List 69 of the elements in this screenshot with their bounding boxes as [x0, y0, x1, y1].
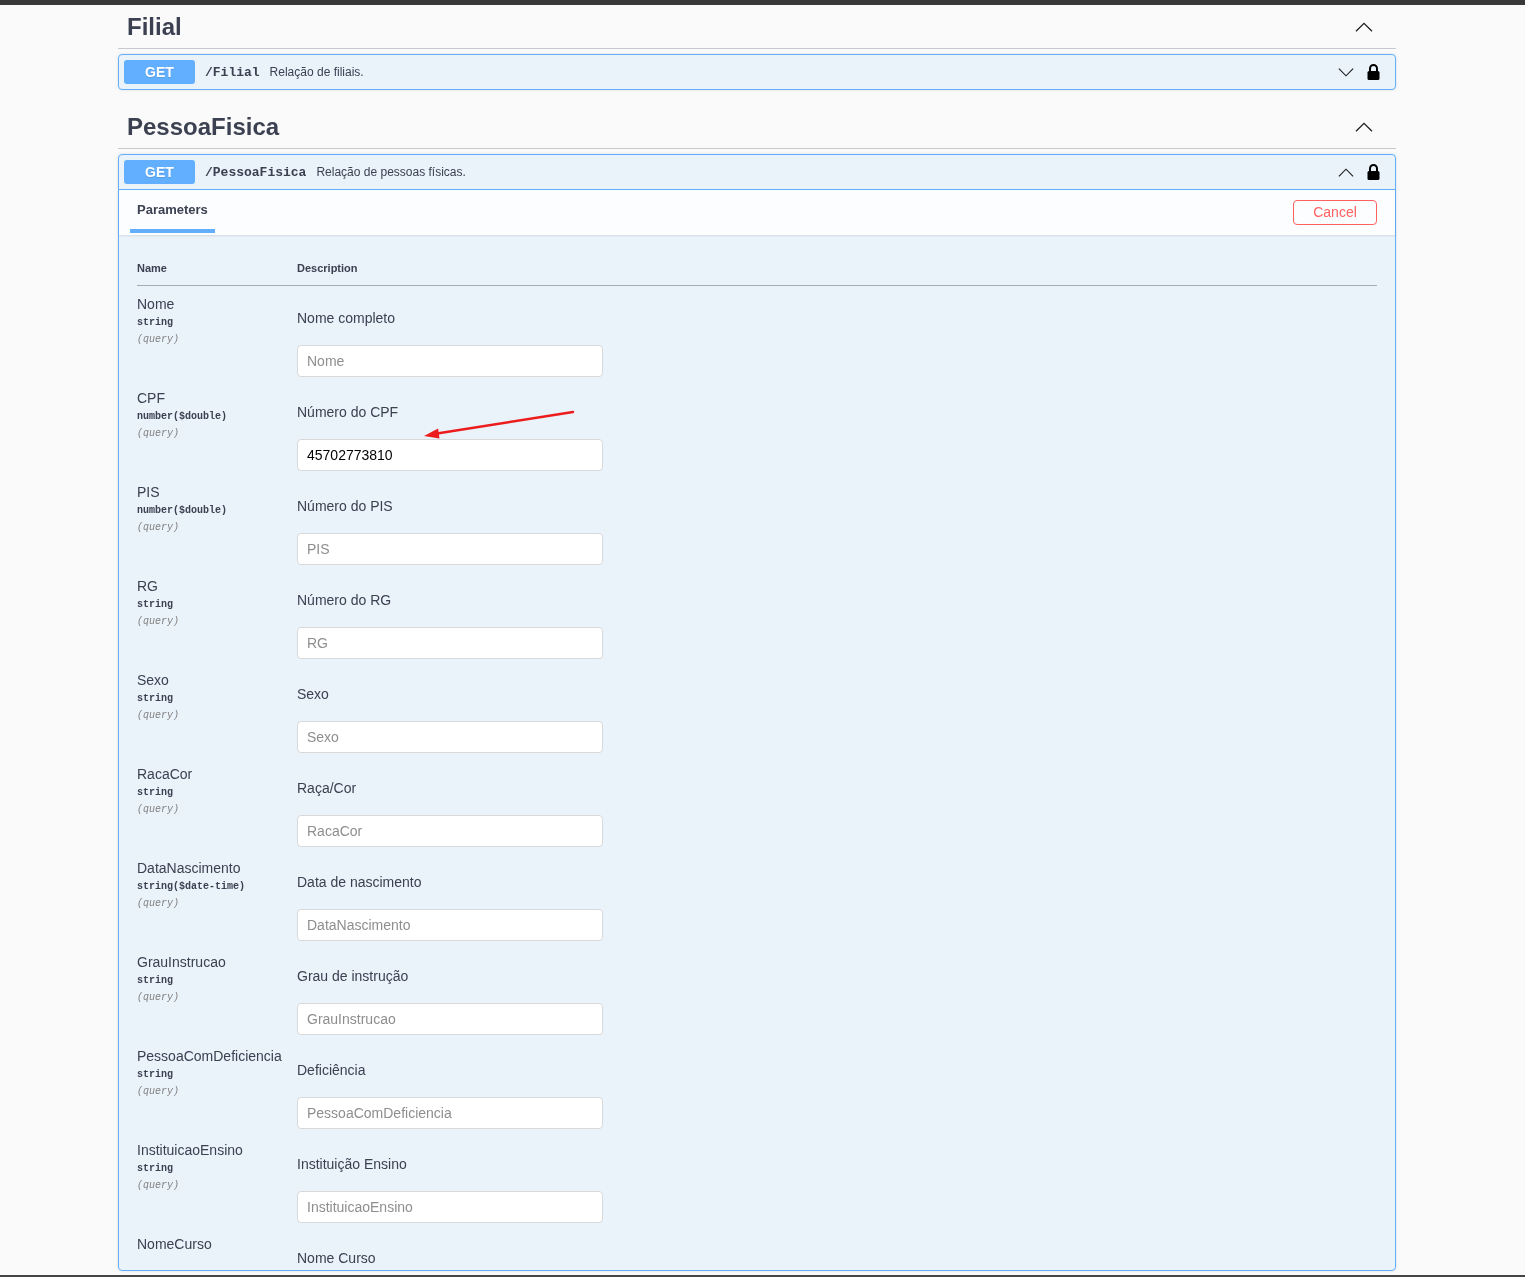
- parameter-type: string: [137, 974, 173, 987]
- parameter-location: (query): [137, 333, 179, 346]
- parameter-type: string: [137, 786, 173, 799]
- input-field[interactable]: 45702773810: [297, 439, 603, 471]
- column-header: Description: [297, 261, 358, 275]
- parameter-type: string: [137, 1068, 173, 1081]
- chevron-down-icon[interactable]: [1338, 67, 1354, 77]
- parameter-name: InstituicaoEnsino: [137, 1142, 243, 1159]
- parameter-location: (query): [137, 521, 179, 534]
- parameter-location: (query): [137, 709, 179, 722]
- method-badge: GET: [124, 60, 195, 84]
- parameter-location: (query): [137, 615, 179, 628]
- parameter-name: GrauInstrucao: [137, 954, 226, 971]
- parameter-type: string: [137, 692, 173, 705]
- parameter-description: Número do PIS: [297, 498, 393, 515]
- parameter-location: (query): [137, 897, 179, 910]
- parameter-description: Número do CPF: [297, 404, 399, 421]
- input-field[interactable]: PIS: [297, 533, 603, 565]
- parameter-description: Instituição Ensino: [297, 1156, 407, 1173]
- chevron-up-icon[interactable]: [1338, 167, 1354, 177]
- parameter-location: (query): [137, 991, 179, 1004]
- parameter-description: Nome completo: [297, 310, 396, 327]
- parameter-name: RG: [137, 578, 158, 595]
- parameter-type: string: [137, 316, 173, 329]
- input-field[interactable]: Nome: [297, 345, 603, 377]
- endpoint-summary: Relação de pessoas físicas.: [316, 164, 466, 180]
- input-field[interactable]: RG: [297, 627, 603, 659]
- parameter-type: string: [137, 1162, 173, 1175]
- parameter-description: Sexo: [297, 686, 329, 703]
- section-title[interactable]: PessoaFisica: [127, 111, 280, 142]
- method-badge: GET: [124, 160, 195, 184]
- parameter-name: Nome: [137, 296, 175, 313]
- parameter-description: Data de nascimento: [297, 874, 422, 891]
- parameter-name: PessoaComDeficiencia: [137, 1048, 282, 1065]
- parameter-location: (query): [137, 1085, 179, 1098]
- parameter-description: Deficiência: [297, 1062, 366, 1079]
- parameter-name: PIS: [137, 484, 160, 501]
- parameter-description: Nome Curso: [297, 1250, 376, 1267]
- parameter-name: RacaCor: [137, 766, 193, 783]
- parameter-location: (query): [137, 1179, 179, 1192]
- parameter-location: (query): [137, 427, 179, 440]
- input-field[interactable]: PessoaComDeficiencia: [297, 1097, 603, 1129]
- lock-icon[interactable]: [1367, 64, 1380, 80]
- lock-icon[interactable]: [1367, 164, 1380, 180]
- input-field[interactable]: InstituicaoEnsino: [297, 1191, 603, 1223]
- parameter-location: (query): [137, 803, 179, 816]
- parameter-type: number($double): [137, 410, 227, 423]
- parameter-name: DataNascimento: [137, 860, 241, 877]
- parameter-type: string($date-time): [137, 880, 246, 893]
- parameter-description: Número do RG: [297, 592, 392, 609]
- endpoint-path: /PessoaFisica: [205, 163, 307, 181]
- column-header: Name: [137, 261, 167, 275]
- endpoint-summary: Relação de filiais.: [269, 64, 364, 80]
- tab[interactable]: Parameters: [130, 201, 215, 233]
- parameter-type: number($double): [137, 504, 227, 517]
- chevron-up-icon[interactable]: [1355, 21, 1373, 32]
- parameter-description: Grau de instrução: [297, 968, 409, 985]
- endpoint-path: /Filial: [205, 63, 260, 81]
- parameter-type: string: [137, 598, 173, 611]
- parameter-name: CPF: [137, 390, 165, 407]
- input-field[interactable]: RacaCor: [297, 815, 603, 847]
- parameter-name: Sexo: [137, 672, 169, 689]
- input-field[interactable]: GrauInstrucao: [297, 1003, 603, 1035]
- input-field[interactable]: DataNascimento: [297, 909, 603, 941]
- input-field[interactable]: Sexo: [297, 721, 603, 753]
- parameter-name: NomeCurso: [137, 1236, 212, 1253]
- section-title[interactable]: Filial: [127, 11, 182, 42]
- chevron-up-icon[interactable]: [1355, 121, 1373, 132]
- parameter-description: Raça/Cor: [297, 780, 357, 797]
